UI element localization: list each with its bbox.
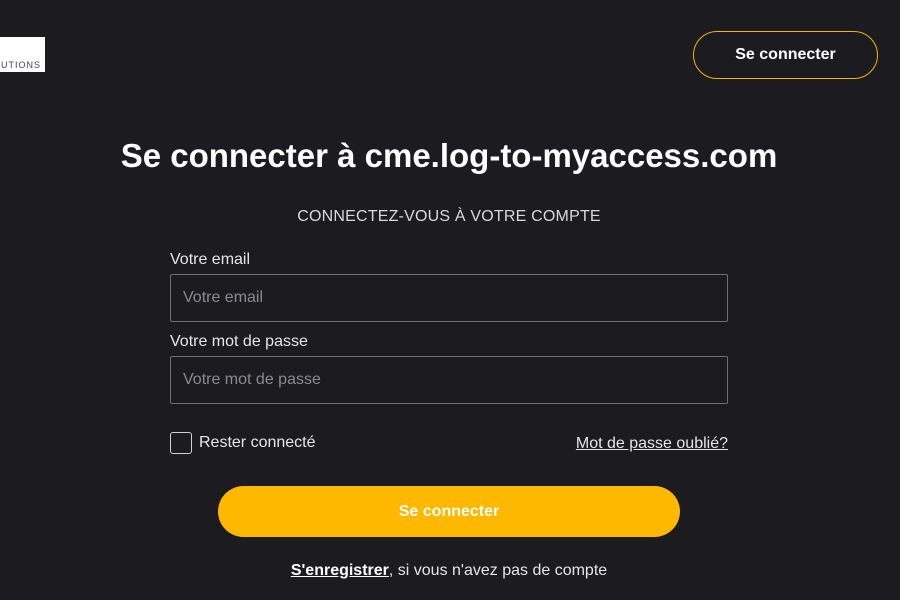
email-label: Votre email (170, 251, 251, 268)
register-link[interactable]: S'enregistrer (291, 562, 389, 579)
header-login-button[interactable]: Se connecter (693, 31, 878, 79)
remember-me[interactable]: Rester connecté (170, 432, 316, 454)
brand-logo[interactable]: UTIONS (0, 37, 45, 72)
logo-text: UTIONS (0, 60, 41, 70)
submit-login-button[interactable]: Se connecter (218, 486, 680, 537)
register-suffix: , si vous n'avez pas de compte (388, 562, 608, 579)
remember-me-label: Rester connecté (199, 434, 316, 451)
password-label: Votre mot de passe (170, 333, 308, 350)
page-title: Se connecter à cme.log-to-myaccess.com (120, 137, 778, 174)
password-field[interactable] (170, 356, 728, 404)
forgot-password-link[interactable]: Mot de passe oublié? (576, 435, 728, 453)
email-field[interactable] (170, 274, 728, 322)
register-prompt: S'enregistrer, si vous n'avez pas de com… (0, 562, 898, 580)
login-page: UTIONS Se connecter Se connecter à cme.l… (0, 0, 900, 600)
page-subtitle: CONNECTEZ-VOUS À VOTRE COMPTE (297, 208, 601, 225)
remember-me-checkbox[interactable] (170, 432, 192, 454)
